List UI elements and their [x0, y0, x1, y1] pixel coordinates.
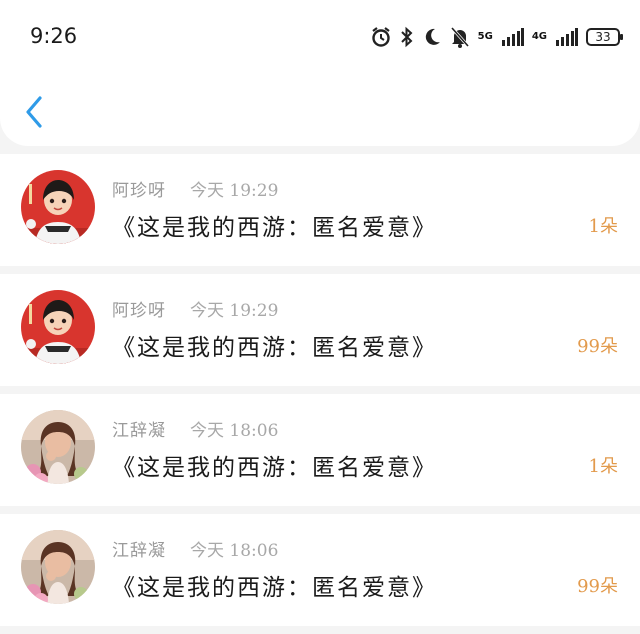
avatar[interactable] [21, 290, 95, 364]
gift-count: 99朵 [577, 576, 618, 597]
timestamp: 今天 18:06 [190, 421, 279, 441]
back-button[interactable] [22, 94, 48, 130]
sender-name: 阿珍呀 [112, 181, 166, 201]
status-icons: 5G 4G 33 [370, 24, 623, 50]
sender-name: 阿珍呀 [112, 301, 166, 321]
avatar[interactable] [21, 170, 95, 244]
book-title: 《这是我的西游：匿名爱意》 [112, 455, 437, 481]
network-5g-label: 5G [477, 31, 493, 42]
signal-4g-icon [556, 28, 578, 46]
gift-count: 99朵 [577, 336, 618, 357]
chevron-left-icon [26, 96, 42, 128]
bell-muted-icon [450, 26, 470, 48]
moon-icon [422, 27, 442, 47]
list-item[interactable]: 江辞凝 今天 18:06 《这是我的西游：匿名爱意》 1朵 [0, 394, 640, 506]
bluetooth-icon [400, 26, 414, 48]
status-bar: 9:26 5G 4G 33 [0, 0, 640, 74]
alarm-icon [370, 26, 392, 48]
list-item[interactable]: 阿珍呀 今天 19:29 《这是我的西游：匿名爱意》 99朵 [0, 274, 640, 386]
sender-name: 江辞凝 [112, 421, 166, 441]
gift-list: 阿珍呀 今天 19:29 《这是我的西游：匿名爱意》 1朵 阿珍呀 今天 19:… [0, 154, 640, 634]
book-title: 《这是我的西游：匿名爱意》 [112, 575, 437, 601]
signal-5g-icon [501, 28, 524, 46]
book-title: 《这是我的西游：匿名爱意》 [112, 335, 437, 361]
book-title: 《这是我的西游：匿名爱意》 [112, 215, 437, 241]
avatar[interactable] [21, 530, 95, 604]
gift-count: 1朵 [588, 216, 618, 237]
avatar[interactable] [21, 410, 95, 484]
list-item[interactable]: 江辞凝 今天 18:06 《这是我的西游：匿名爱意》 99朵 [0, 514, 640, 626]
sender-name: 江辞凝 [112, 541, 166, 561]
status-time: 9:26 [30, 24, 78, 48]
network-4g-label: 4G [531, 31, 547, 42]
gift-count: 1朵 [588, 456, 618, 477]
timestamp: 今天 19:29 [190, 181, 279, 201]
timestamp: 今天 18:06 [190, 541, 279, 561]
list-item[interactable]: 阿珍呀 今天 19:29 《这是我的西游：匿名爱意》 1朵 [0, 154, 640, 266]
header: 9:26 5G 4G 33 [0, 0, 640, 146]
timestamp: 今天 19:29 [190, 301, 279, 321]
battery-icon: 33 [586, 28, 623, 46]
